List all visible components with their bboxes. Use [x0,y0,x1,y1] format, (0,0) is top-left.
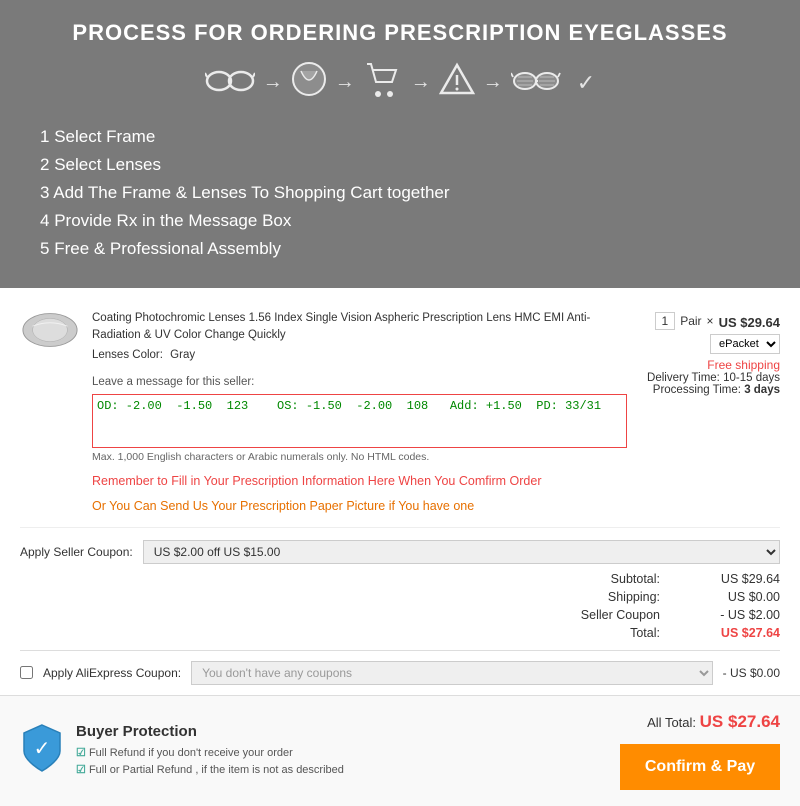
step-2: 2 Select Lenses [40,151,760,179]
arrow-1: → [263,71,283,94]
message-label: Leave a message for this seller: [92,374,627,391]
message-hint: Max. 1,000 English characters or Arabic … [92,450,627,466]
product-description: Coating Photochromic Lenses 1.56 Index S… [92,310,627,519]
shipping-label: Shipping: [580,590,660,604]
svg-text:✓: ✓ [34,738,51,760]
divider [20,650,780,651]
right-section: All Total: US $27.64 Confirm & Pay [620,712,780,790]
ali-coupon-select[interactable]: You don't have any coupons [191,661,713,685]
total-value: US $27.64 [690,626,780,640]
steps-list: 1 Select Frame 2 Select Lenses 3 Add The… [30,123,770,263]
confirm-pay-button[interactable]: Confirm & Pay [620,744,780,790]
header-banner: PROCESS FOR ORDERING PRESCRIPTION EYEGLA… [0,0,800,288]
main-content: Coating Photochromic Lenses 1.56 Index S… [0,288,800,685]
subtotal-value: US $29.64 [690,572,780,586]
ali-coupon-checkbox[interactable] [20,666,33,679]
quantity-section: 1 Pair × US $29.64 [655,312,780,330]
arrow-4: → [483,71,503,94]
lenses-color: Lenses Color: Gray [92,347,627,364]
shield-icon: ✓ [20,723,64,773]
quantity-value[interactable]: 1 [655,312,676,330]
steps-icons: → → → → [30,60,770,105]
subtotal-row: Subtotal: US $29.64 [20,572,780,586]
processing-time: Processing Time: 3 days [647,384,780,396]
shipping-value: US $0.00 [690,590,780,604]
unit-label: Pair [680,314,701,328]
seller-coupon-row: Apply Seller Coupon: US $2.00 off US $15… [20,540,780,564]
arrow-3: → [411,71,431,94]
page-title: PROCESS FOR ORDERING PRESCRIPTION EYEGLA… [30,20,770,46]
buyer-protection-title: Buyer Protection [76,723,344,740]
shipping-method-select[interactable]: ePacket [710,334,780,354]
subtotal-label: Subtotal: [580,572,660,586]
ali-coupon-discount: - US $0.00 [723,666,780,680]
fill-prescription-warning: Remember to Fill in Your Prescription In… [92,472,627,491]
step-4: 4 Provide Rx in the Message Box [40,207,760,235]
all-total-label: All Total: US $27.64 [620,712,780,732]
protection-details: Buyer Protection ☑ Full Refund if you do… [76,723,344,778]
coupon-label: Apply Seller Coupon: [20,545,133,559]
checkmark-icon: ✓ [577,70,595,96]
step-5: 5 Free & Professional Assembly [40,235,760,263]
lens-icon [291,61,327,104]
warning-icon [439,61,475,104]
assembled-glasses-icon [511,65,569,100]
all-total-amount: US $27.64 [700,712,780,731]
shipping-info: ePacket Free shipping Delivery Time: 10-… [647,334,780,396]
refund-2: ☑ Full or Partial Refund , if the item i… [76,762,344,779]
buyer-protection: ✓ Buyer Protection ☑ Full Refund if you … [20,723,344,778]
coupon-discount-value: - US $2.00 [690,608,780,622]
ali-coupon-row: Apply AliExpress Coupon: You don't have … [20,661,780,685]
coupon-discount-label: Seller Coupon [580,608,660,622]
shipping-row: Shipping: US $0.00 [20,590,780,604]
bottom-footer: ✓ Buyer Protection ☑ Full Refund if you … [0,695,800,806]
step-3: 3 Add The Frame & Lenses To Shopping Car… [40,179,760,207]
glasses-icon [205,65,255,100]
delivery-time: Delivery Time: 10-15 days [647,372,780,384]
totals-section: Subtotal: US $29.64 Shipping: US $0.00 S… [20,572,780,640]
send-paper-warning: Or You Can Send Us Your Prescription Pap… [92,497,627,516]
total-row: Total: US $27.64 [20,626,780,640]
seller-coupon-select[interactable]: US $2.00 off US $15.00 [143,540,780,564]
product-price: US $29.64 [719,315,780,330]
cart-icon [363,60,403,105]
arrow-2: → [335,71,355,94]
message-section: Leave a message for this seller: Max. 1,… [92,374,627,466]
ali-coupon-label: Apply AliExpress Coupon: [43,666,181,680]
free-shipping-label: Free shipping [647,358,780,372]
order-item: Coating Photochromic Lenses 1.56 Index S… [20,298,780,528]
step-1: 1 Select Frame [40,123,760,151]
product-image [20,310,80,350]
message-box-wrapper [92,394,627,448]
refund-1: ☑ Full Refund if you don't receive your … [76,745,344,762]
total-label: Total: [580,626,660,640]
coupon-discount-row: Seller Coupon - US $2.00 [20,608,780,622]
prescription-message[interactable] [97,399,622,437]
